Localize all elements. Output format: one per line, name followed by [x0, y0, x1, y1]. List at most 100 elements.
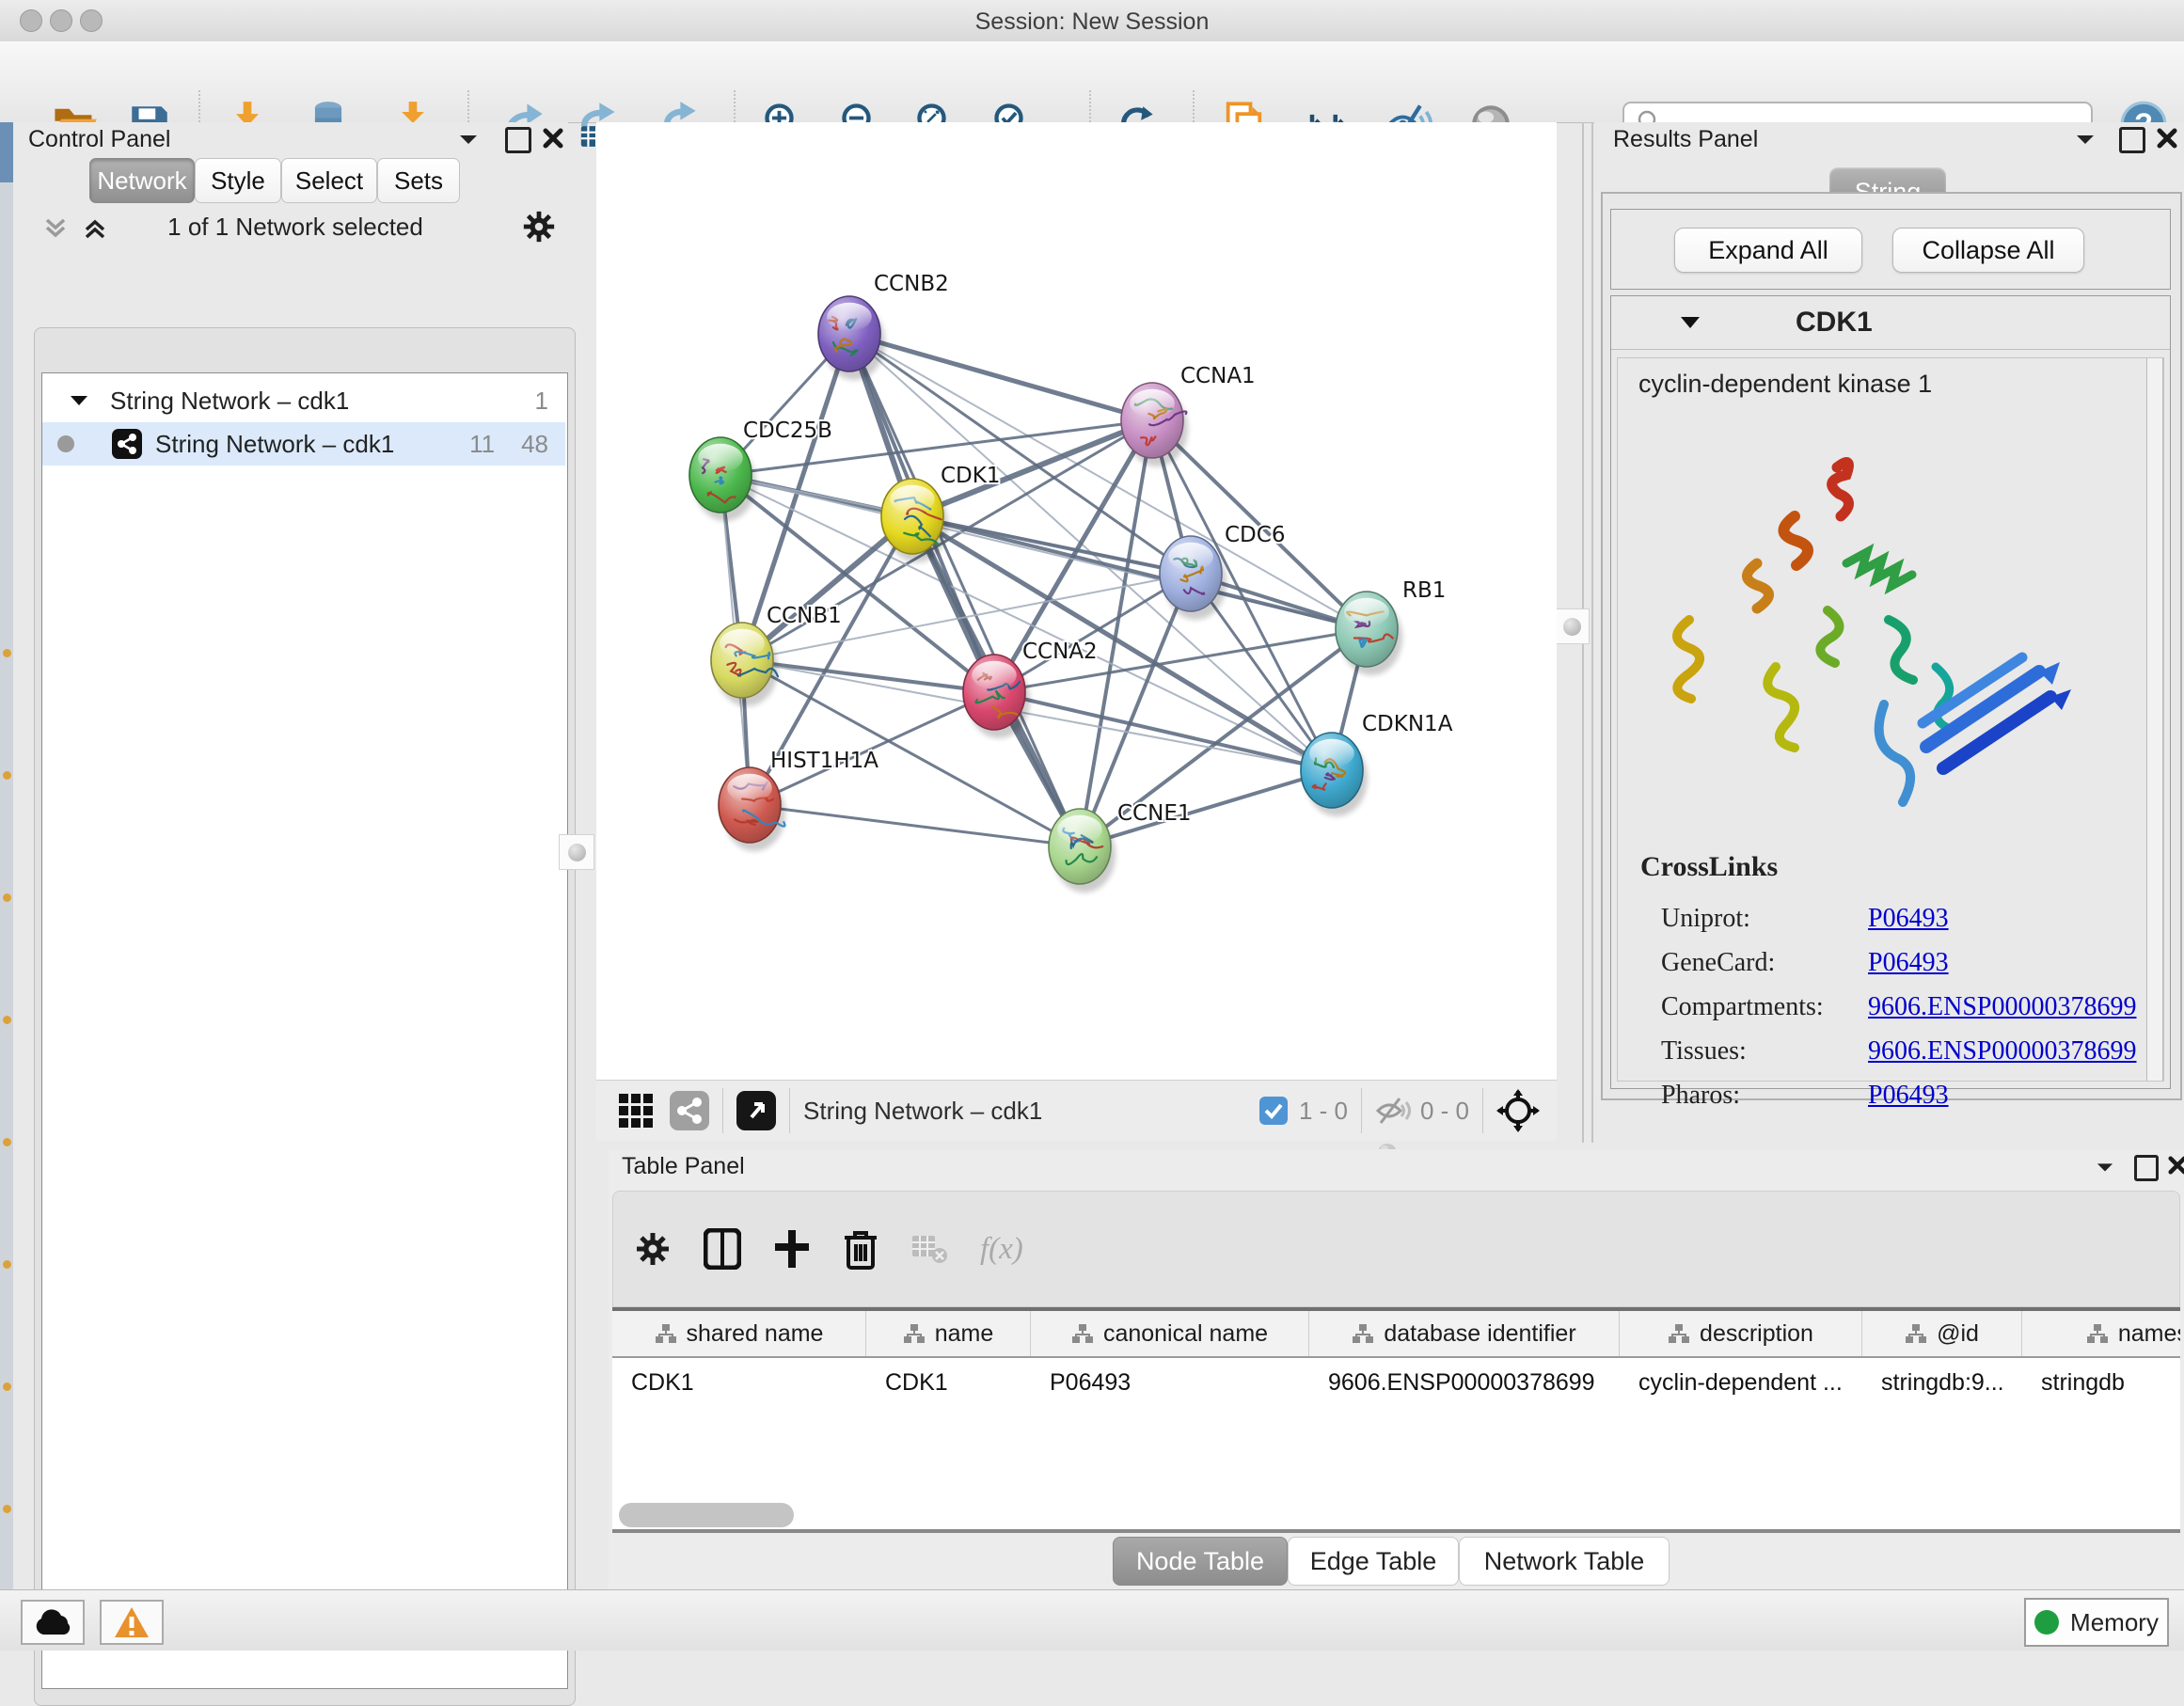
table-panel-float-icon[interactable] [2134, 1155, 2159, 1181]
network-node-CCNE1[interactable] [1049, 809, 1116, 892]
network-current-dot [57, 435, 74, 452]
column-header[interactable]: description [1620, 1311, 1862, 1356]
crosslink-label: Tissues: [1661, 1036, 1868, 1066]
network-node-CCNA2[interactable] [963, 655, 1030, 738]
cell-shared-name[interactable]: CDK1 [612, 1358, 866, 1407]
table-gear-icon[interactable] [634, 1230, 672, 1268]
crosslink-label: Uniprot: [1661, 904, 1868, 934]
column-header[interactable]: namespace [2022, 1311, 2180, 1356]
title-bar: Session: New Session [0, 0, 2184, 42]
control-panel-close-icon[interactable] [543, 128, 563, 149]
detach-view-icon[interactable] [736, 1091, 776, 1130]
network-node-CDKN1A[interactable] [1301, 733, 1368, 816]
table-horizontal-scrollbar[interactable] [619, 1503, 794, 1527]
column-header[interactable]: canonical name [1031, 1311, 1309, 1356]
warning-triangle-icon [113, 1605, 150, 1639]
delete-column-trash-icon[interactable] [843, 1228, 878, 1270]
crosslink-label: Compartments: [1661, 992, 1868, 1022]
expand-all-networks-icon[interactable] [41, 214, 70, 243]
network-edge[interactable] [849, 334, 1080, 846]
cell-name[interactable]: CDK1 [866, 1358, 1031, 1407]
memory-button[interactable]: Memory [2024, 1598, 2169, 1647]
cell-id[interactable]: stringdb:9... [1862, 1358, 2022, 1407]
crosslink-value[interactable]: P06493 [1868, 904, 1949, 934]
collapse-all-networks-icon[interactable] [81, 214, 109, 243]
window-title: Session: New Session [0, 8, 2184, 36]
collection-expand-caret[interactable] [69, 392, 89, 409]
selected-counts: 1 - 0 [1299, 1097, 1348, 1126]
network-node-CCNB2[interactable] [818, 296, 885, 380]
right-splitter-handle[interactable] [1554, 608, 1590, 644]
tab-node-table[interactable]: Node Table [1113, 1537, 1288, 1586]
crosslinks-title: CrossLinks [1640, 851, 1778, 883]
delete-table-icon[interactable] [910, 1232, 948, 1266]
crosslink-value[interactable]: P06493 [1868, 1081, 1949, 1111]
results-scrollbar[interactable] [2146, 358, 2163, 1081]
table-panel-collapse-icon[interactable] [2095, 1159, 2115, 1176]
crosslink-row: GeneCard: P06493 [1661, 940, 2150, 985]
cell-namespace[interactable]: stringdb [2022, 1358, 2180, 1407]
warnings-button[interactable] [100, 1600, 164, 1645]
node-label: RB1 [1402, 578, 1446, 603]
birdseye-crosshair-icon[interactable] [1496, 1089, 1540, 1132]
network-edge[interactable] [912, 516, 1367, 629]
status-bar: Memory [0, 1589, 2184, 1651]
tab-sets[interactable]: Sets [377, 158, 460, 203]
share-view-icon[interactable] [670, 1091, 709, 1130]
collapse-all-button[interactable]: Collapse All [1892, 228, 2084, 273]
column-header[interactable]: @id [1862, 1311, 2022, 1356]
network-canvas[interactable]: CCNB2CCNA1CDC25BCDK1CDC6RB1CCNB1CCNA2CDK… [596, 122, 1557, 1080]
crosslink-value[interactable]: 9606.ENSP00000378699 [1868, 992, 2136, 1022]
table-panel-close-icon[interactable] [2168, 1156, 2184, 1175]
tab-network-table[interactable]: Network Table [1459, 1537, 1670, 1586]
grid-view-icon[interactable] [617, 1092, 655, 1129]
crosslink-value[interactable]: 9606.ENSP00000378699 [1868, 1036, 2136, 1066]
network-edge[interactable] [742, 660, 994, 692]
tab-style[interactable]: Style [195, 158, 281, 203]
status-network-name: String Network – cdk1 [803, 1097, 1042, 1126]
network-edge[interactable] [994, 692, 1332, 770]
tab-select[interactable]: Select [281, 158, 377, 203]
results-panel-close-icon[interactable] [2157, 128, 2177, 149]
memory-label: Memory [2070, 1608, 2159, 1637]
control-panel-float-icon[interactable] [505, 127, 531, 153]
cell-description[interactable]: cyclin-dependent ... [1620, 1358, 1862, 1407]
network-edge[interactable] [849, 334, 1367, 629]
cloud-icon [32, 1608, 73, 1636]
table-row[interactable]: CDK1 CDK1 P06493 9606.ENSP00000378699 cy… [612, 1358, 2180, 1407]
network-edge[interactable] [750, 805, 1080, 846]
tab-network[interactable]: Network [89, 158, 195, 203]
add-column-icon[interactable] [773, 1228, 811, 1270]
gene-collapse-caret[interactable] [1679, 314, 1701, 331]
show-columns-icon[interactable] [704, 1228, 741, 1270]
results-panel-collapse-icon[interactable] [2074, 130, 2097, 149]
network-node-CDC25B[interactable] [689, 437, 756, 521]
network-node-count: 11 [469, 430, 495, 459]
network-edge[interactable] [849, 334, 1152, 420]
control-panel-collapse-icon[interactable] [457, 130, 480, 149]
network-graph-svg[interactable]: CCNB2CCNA1CDC25BCDK1CDC6RB1CCNB1CCNA2CDK… [596, 122, 1557, 1080]
selected-checkbox-icon[interactable] [1259, 1097, 1288, 1125]
network-node-HIST1H1A[interactable] [719, 767, 785, 851]
crosslinks-list: Uniprot: P06493 GeneCard: P06493 Compart… [1661, 896, 2150, 1117]
hidden-eye-icon[interactable] [1375, 1095, 1411, 1127]
crosslink-value[interactable]: P06493 [1868, 948, 1949, 978]
tab-edge-table[interactable]: Edge Table [1288, 1537, 1459, 1586]
cloud-button[interactable] [21, 1600, 85, 1645]
left-splitter-handle[interactable] [559, 834, 594, 870]
cell-database-identifier[interactable]: 9606.ENSP00000378699 [1309, 1358, 1620, 1407]
collection-row[interactable]: String Network – cdk1 1 [42, 379, 565, 422]
results-panel-float-icon[interactable] [2119, 127, 2145, 153]
function-builder-icon[interactable]: f(x) [980, 1232, 1023, 1267]
control-panel: Control Panel Network Style Select Sets … [13, 122, 568, 1589]
gene-entry-header[interactable]: CDK1 [1611, 296, 2170, 350]
network-row-selected[interactable]: String Network – cdk1 11 48 [42, 422, 565, 466]
node-table: shared name name canonical name database… [612, 1307, 2180, 1533]
expand-all-button[interactable]: Expand All [1674, 228, 1862, 273]
column-header[interactable]: database identifier [1309, 1311, 1620, 1356]
network-node-RB1[interactable] [1336, 592, 1402, 675]
network-options-gear-icon[interactable] [521, 209, 557, 245]
column-header[interactable]: name [866, 1311, 1031, 1356]
column-header[interactable]: shared name [612, 1311, 866, 1356]
cell-canonical-name[interactable]: P06493 [1031, 1358, 1309, 1407]
